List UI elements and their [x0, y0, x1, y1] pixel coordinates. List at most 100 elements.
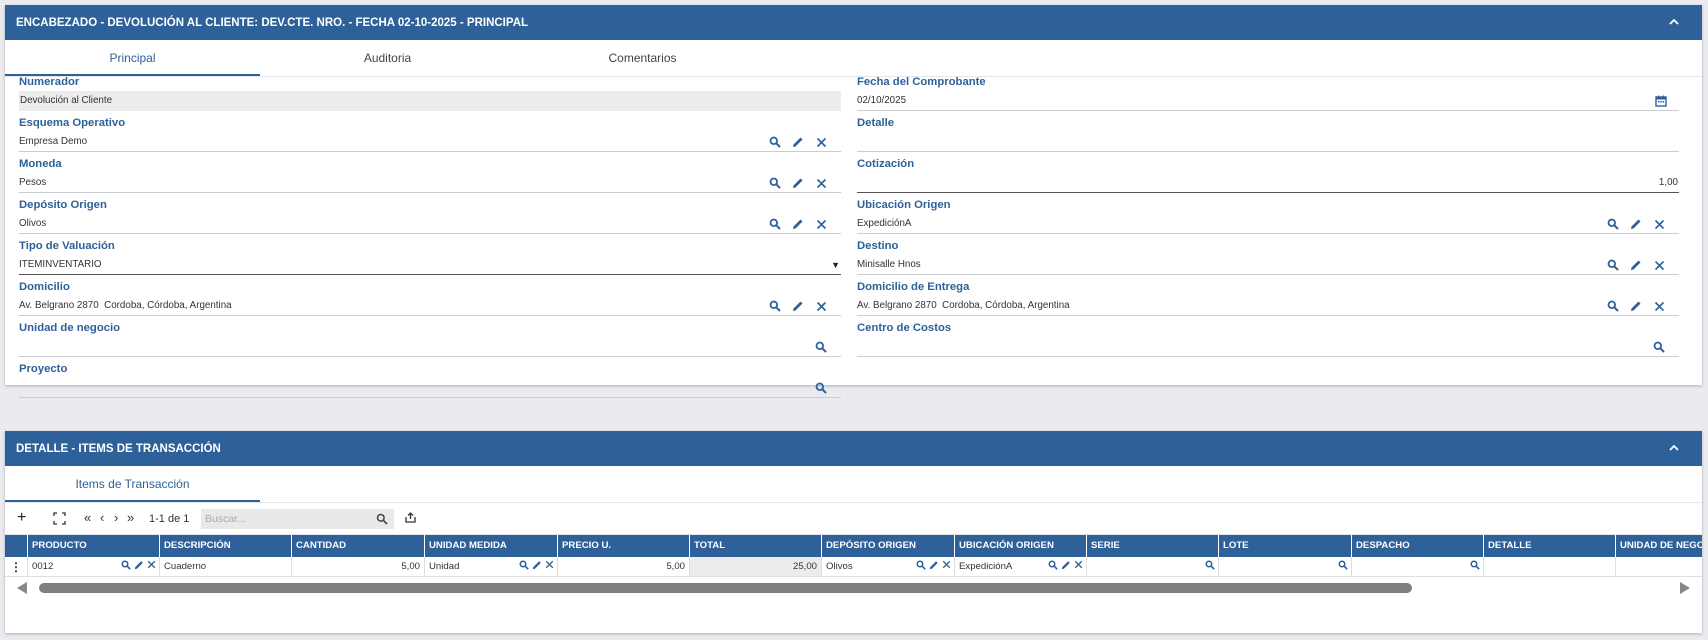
prev-page-icon[interactable]: ‹ — [100, 510, 104, 525]
cell-serie[interactable] — [1087, 557, 1219, 577]
col-header-detalle[interactable]: DETALLE — [1484, 535, 1616, 557]
detail-panel: DETALLE - ITEMS DE TRANSACCIÓN Items de … — [5, 431, 1702, 633]
close-icon[interactable] — [545, 560, 554, 569]
cell-detalle[interactable] — [1484, 557, 1616, 577]
search-icon[interactable] — [519, 560, 529, 570]
col-header-lote[interactable]: LOTE — [1219, 535, 1352, 557]
close-icon[interactable] — [942, 560, 951, 569]
row-menu-icon[interactable]: ⋮ — [5, 557, 28, 577]
col-header-serie[interactable]: SERIE — [1087, 535, 1219, 557]
edit-pencil-icon[interactable] — [134, 560, 144, 570]
close-icon[interactable] — [813, 175, 829, 191]
close-icon[interactable] — [1651, 216, 1667, 232]
export-icon[interactable] — [404, 511, 417, 527]
calendar-icon[interactable] — [1653, 93, 1669, 109]
col-header-unidad-negocio[interactable]: UNIDAD DE NEGO — [1616, 535, 1702, 557]
cell-deposito-origen[interactable]: Olivos — [822, 557, 955, 577]
cell-lote[interactable] — [1219, 557, 1352, 577]
domicilio-input[interactable]: Av. Belgrano 2870 Cordoba, Córdoba, Arge… — [19, 296, 841, 316]
add-icon[interactable]: + — [17, 509, 26, 527]
col-header-total[interactable]: TOTAL — [690, 535, 822, 557]
search-icon[interactable] — [1605, 298, 1621, 314]
search-icon[interactable] — [1605, 216, 1621, 232]
search-icon[interactable] — [767, 298, 783, 314]
col-header-producto[interactable]: PRODUCTO — [28, 535, 160, 557]
cell-producto[interactable]: 0012 — [28, 557, 160, 577]
cell-precio[interactable]: 5,00 — [558, 557, 690, 577]
search-icon[interactable] — [813, 339, 829, 355]
col-header-unidad-medida[interactable]: UNIDAD MEDIDA — [425, 535, 558, 557]
search-icon[interactable] — [767, 134, 783, 150]
search-icon[interactable] — [1338, 560, 1348, 570]
cell-despacho[interactable] — [1352, 557, 1484, 577]
close-icon[interactable] — [813, 216, 829, 232]
col-header-deposito-origen[interactable]: DEPÓSITO ORIGEN — [822, 535, 955, 557]
detalle-input[interactable] — [857, 132, 1679, 152]
cell-cantidad[interactable]: 5,00 — [292, 557, 425, 577]
tipo-valuacion-select[interactable]: ITEMINVENTARIO ▼ — [19, 255, 841, 275]
dropdown-caret-icon[interactable]: ▼ — [831, 255, 840, 275]
close-icon[interactable] — [1651, 298, 1667, 314]
ubicacion-origen-input[interactable]: ExpediciónA — [857, 214, 1679, 234]
first-page-icon[interactable]: « — [84, 510, 91, 525]
header-panel-title-bar[interactable]: ENCABEZADO - DEVOLUCIÓN AL CLIENTE: DEV.… — [5, 5, 1702, 40]
edit-pencil-icon[interactable] — [1061, 560, 1071, 570]
col-header-despacho[interactable]: DESPACHO — [1352, 535, 1484, 557]
chevron-up-icon[interactable] — [1668, 16, 1680, 28]
search-icon[interactable] — [376, 513, 388, 525]
grid-search-input[interactable]: Buscar... — [201, 509, 394, 529]
search-icon[interactable] — [767, 175, 783, 191]
edit-pencil-icon[interactable] — [790, 134, 806, 150]
tab-items-transaccion[interactable]: Items de Transacción — [5, 466, 260, 502]
header-panel-title: ENCABEZADO - DEVOLUCIÓN AL CLIENTE: DEV.… — [16, 16, 529, 29]
cell-ubicacion-origen[interactable]: ExpediciónA — [955, 557, 1087, 577]
search-icon[interactable] — [916, 560, 926, 570]
edit-pencil-icon[interactable] — [1628, 257, 1644, 273]
domicilio-entrega-input[interactable]: Av. Belgrano 2870 Cordoba, Córdoba, Arge… — [857, 296, 1679, 316]
search-icon[interactable] — [1651, 339, 1667, 355]
proyecto-input[interactable] — [19, 378, 841, 398]
esquema-operativo-input[interactable]: Empresa Demo — [19, 132, 841, 152]
deposito-origen-input[interactable]: Olivos — [19, 214, 841, 234]
close-icon[interactable] — [813, 134, 829, 150]
edit-pencil-icon[interactable] — [790, 216, 806, 232]
moneda-input[interactable]: Pesos — [19, 173, 841, 193]
last-page-icon[interactable]: » — [127, 510, 134, 525]
search-icon[interactable] — [1205, 560, 1215, 570]
edit-pencil-icon[interactable] — [1628, 298, 1644, 314]
close-icon[interactable] — [1651, 257, 1667, 273]
cell-unidad-medida[interactable]: Unidad — [425, 557, 558, 577]
edit-pencil-icon[interactable] — [1628, 216, 1644, 232]
cell-descripcion[interactable]: Cuaderno — [160, 557, 292, 577]
search-icon[interactable] — [1048, 560, 1058, 570]
detail-panel-title-bar[interactable]: DETALLE - ITEMS DE TRANSACCIÓN — [5, 431, 1702, 466]
destino-input[interactable]: Minisalle Hnos — [857, 255, 1679, 275]
col-header-cantidad[interactable]: CANTIDAD — [292, 535, 425, 557]
unidad-negocio-input[interactable] — [19, 337, 841, 357]
edit-pencil-icon[interactable] — [929, 560, 939, 570]
col-header-precio[interactable]: PRECIO U. — [558, 535, 690, 557]
col-header-descripcion[interactable]: DESCRIPCIÓN — [160, 535, 292, 557]
search-icon[interactable] — [767, 216, 783, 232]
search-icon[interactable] — [813, 380, 829, 396]
edit-pencil-icon[interactable] — [790, 175, 806, 191]
cotizacion-input[interactable]: 1,00 — [857, 173, 1679, 193]
col-header-ubicacion-origen[interactable]: UBICACIÓN ORIGEN — [955, 535, 1087, 557]
horizontal-scrollbar[interactable] — [5, 579, 1702, 597]
search-icon[interactable] — [1470, 560, 1480, 570]
close-icon[interactable] — [813, 298, 829, 314]
grid-toolbar: + « ‹ › » 1-1 de 1 Buscar... — [5, 503, 1702, 535]
search-icon[interactable] — [121, 560, 131, 570]
edit-pencil-icon[interactable] — [790, 298, 806, 314]
cell-unidad-negocio[interactable] — [1616, 557, 1702, 577]
fecha-comprobante-input[interactable]: 02/10/2025 — [857, 91, 1679, 111]
expand-icon[interactable] — [53, 512, 66, 528]
chevron-up-icon[interactable] — [1668, 442, 1680, 454]
centro-costos-input[interactable] — [857, 337, 1679, 357]
search-icon[interactable] — [1605, 257, 1621, 273]
next-page-icon[interactable]: › — [114, 510, 118, 525]
centro-costos-label: Centro de Costos — [857, 322, 952, 334]
edit-pencil-icon[interactable] — [532, 560, 542, 570]
close-icon[interactable] — [1074, 560, 1083, 569]
close-icon[interactable] — [147, 560, 156, 569]
